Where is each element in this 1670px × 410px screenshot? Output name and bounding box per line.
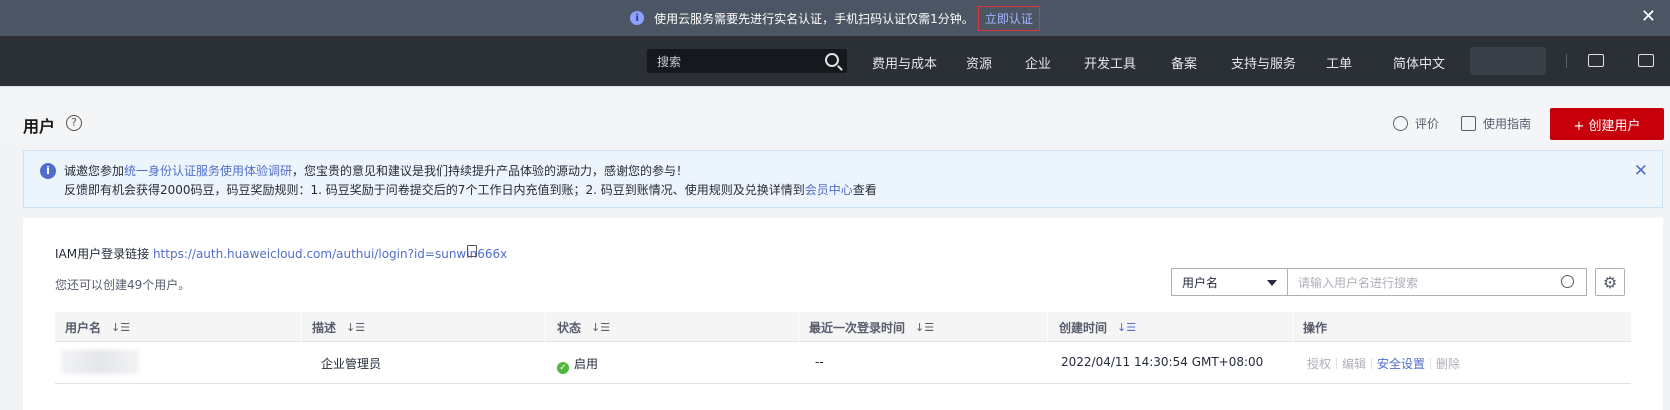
banner-text: 诚邀您参加: [64, 164, 125, 178]
user-list-card: IAM用户登录链接 https://auth.huaweicloud.com/a…: [23, 218, 1663, 410]
col-label: 状态: [557, 321, 582, 335]
column-divider: [798, 312, 799, 342]
login-url-link[interactable]: https://auth.huaweicloud.com/authui/logi…: [153, 247, 507, 261]
delete-link[interactable]: 删除: [1436, 357, 1460, 371]
action-divider: [1371, 358, 1373, 369]
sort-icon[interactable]: ↓☰: [1117, 321, 1136, 334]
col-label: 创建时间: [1059, 321, 1108, 335]
smile-icon: [1393, 116, 1408, 131]
nav-language[interactable]: 简体中文: [1393, 53, 1445, 72]
col-username[interactable]: 用户名 ↓☰: [65, 319, 130, 336]
login-link-row: IAM用户登录链接 https://auth.huaweicloud.com/a…: [55, 245, 507, 262]
nav-resources[interactable]: 资源: [966, 53, 992, 72]
sort-icon[interactable]: ↓☰: [591, 321, 610, 334]
search-placeholder: 请输入用户名进行搜索: [1298, 275, 1419, 290]
table-row: 企业管理员 ✓ 启用 -- 2022/04/11 14:30:54 GMT+08:…: [55, 342, 1631, 384]
column-divider: [1292, 312, 1293, 342]
col-label: 最近一次登录时间: [809, 321, 906, 335]
survey-banner: i 诚邀您参加统一身份认证服务使用体验调研，您宝贵的意见和建议是我们持续提升产品…: [23, 150, 1663, 208]
description-cell: 企业管理员: [321, 357, 382, 371]
col-last-login[interactable]: 最近一次登录时间 ↓☰: [809, 319, 934, 336]
guide-label: 使用指南: [1483, 117, 1532, 131]
nav-enterprise[interactable]: 企业: [1025, 53, 1051, 72]
account-name[interactable]: [1470, 47, 1546, 75]
table-header: 用户名 ↓☰ 描述 ↓☰ 状态 ↓☰ 最近一次登录时间 ↓☰ 创建时间 ↓☰ 操作: [55, 312, 1631, 342]
verify-now-link[interactable]: 立即认证: [977, 5, 1040, 31]
page-title: 用户: [23, 117, 56, 136]
quota-text: 您还可以创建49个用户。: [55, 278, 191, 292]
search-placeholder: 搜索: [657, 54, 682, 69]
authorize-link[interactable]: 授权: [1307, 357, 1331, 371]
info-icon: i: [630, 11, 645, 25]
mail-icon[interactable]: [1638, 54, 1654, 67]
column-divider: [1047, 312, 1048, 342]
nav-icp-filing[interactable]: 备案: [1171, 53, 1197, 72]
close-icon[interactable]: ✕: [1641, 8, 1656, 26]
close-icon[interactable]: ✕: [1634, 161, 1648, 181]
banner-line-2: 反馈即有机会获得2000码豆，码豆奖励规则：1. 码豆奖励于问卷提交后的7个工作…: [64, 181, 877, 198]
nav-dev-tools[interactable]: 开发工具: [1084, 53, 1136, 72]
nav-tickets[interactable]: 工单: [1326, 53, 1352, 72]
info-icon: i: [40, 163, 56, 179]
member-center-link[interactable]: 会员中心: [805, 183, 853, 197]
created-cell: 2022/04/11 14:30:54 GMT+08:00: [1061, 355, 1264, 369]
search-field-select[interactable]: 用户名: [1171, 268, 1287, 296]
security-settings-link[interactable]: 安全设置: [1377, 357, 1425, 371]
create-user-button[interactable]: + 创建用户: [1550, 108, 1664, 140]
action-divider: [1430, 358, 1432, 369]
actions-cell: 授权 编辑 安全设置 删除: [1307, 355, 1460, 372]
copy-icon[interactable]: [467, 245, 477, 257]
status-text: 启用: [574, 357, 599, 371]
sort-icon[interactable]: ↓☰: [111, 321, 130, 334]
sort-icon[interactable]: ↓☰: [346, 321, 365, 334]
search-icon[interactable]: [1561, 275, 1574, 288]
banner-text: 反馈即有机会获得2000码豆，码豆奖励规则：1. 码豆奖励于问卷提交后的7个工作…: [64, 183, 805, 197]
nav-support[interactable]: 支持与服务: [1231, 53, 1296, 72]
sort-icon[interactable]: ↓☰: [915, 321, 934, 334]
col-label: 描述: [312, 321, 337, 335]
rate-label: 评价: [1415, 117, 1440, 131]
survey-link[interactable]: 统一身份认证服务使用体验调研: [124, 164, 292, 178]
username-cell[interactable]: [61, 350, 139, 374]
banner-text: 查看: [852, 183, 877, 197]
guide-icon: [1461, 116, 1476, 131]
filter-value: 用户名: [1182, 275, 1219, 290]
check-circle-icon: ✓: [557, 362, 569, 374]
global-search-input[interactable]: 搜索: [647, 49, 847, 73]
top-navigation: 搜索 费用与成本 资源 企业 开发工具 备案 支持与服务 工单 简体中文: [0, 36, 1670, 86]
column-divider: [300, 312, 301, 342]
banner-line-1: 诚邀您参加统一身份认证服务使用体验调研，您宝贵的意见和建议是我们持续提升产品体验…: [64, 162, 688, 179]
col-description[interactable]: 描述 ↓☰: [312, 319, 365, 336]
status-cell: ✓ 启用: [557, 355, 598, 374]
page-header: 用户 ? 评价 使用指南 + 创建用户: [0, 86, 1670, 144]
console-icon[interactable]: [1588, 54, 1604, 67]
guide-button[interactable]: 使用指南: [1461, 115, 1531, 132]
notice-text: 使用云服务需要先进行实名认证，手机扫码认证仅需1分钟。: [654, 11, 974, 26]
nav-divider: [1566, 54, 1567, 68]
help-icon[interactable]: ?: [66, 115, 82, 131]
rate-button[interactable]: 评价: [1393, 115, 1439, 132]
settings-icon[interactable]: ⚙: [1595, 268, 1625, 296]
search-icon[interactable]: [825, 53, 839, 67]
col-label: 操作: [1303, 321, 1328, 335]
col-created[interactable]: 创建时间 ↓☰: [1059, 319, 1136, 336]
edit-link[interactable]: 编辑: [1342, 357, 1366, 371]
caret-down-icon: [1267, 280, 1277, 286]
verification-notice-bar: i 使用云服务需要先进行实名认证，手机扫码认证仅需1分钟。 立即认证 ✕: [0, 0, 1670, 36]
column-divider: [545, 312, 546, 342]
banner-text: ，您宝贵的意见和建议是我们持续提升产品体验的源动力，感谢您的参与！: [292, 164, 689, 178]
action-divider: [1336, 358, 1338, 369]
col-actions: 操作: [1303, 319, 1327, 336]
login-link-label: IAM用户登录链接: [55, 247, 150, 261]
user-search-input[interactable]: 请输入用户名进行搜索: [1287, 268, 1587, 296]
col-status[interactable]: 状态 ↓☰: [557, 319, 610, 336]
col-label: 用户名: [65, 321, 102, 335]
last-login-cell: --: [815, 355, 824, 369]
nav-billing[interactable]: 费用与成本: [872, 53, 937, 72]
